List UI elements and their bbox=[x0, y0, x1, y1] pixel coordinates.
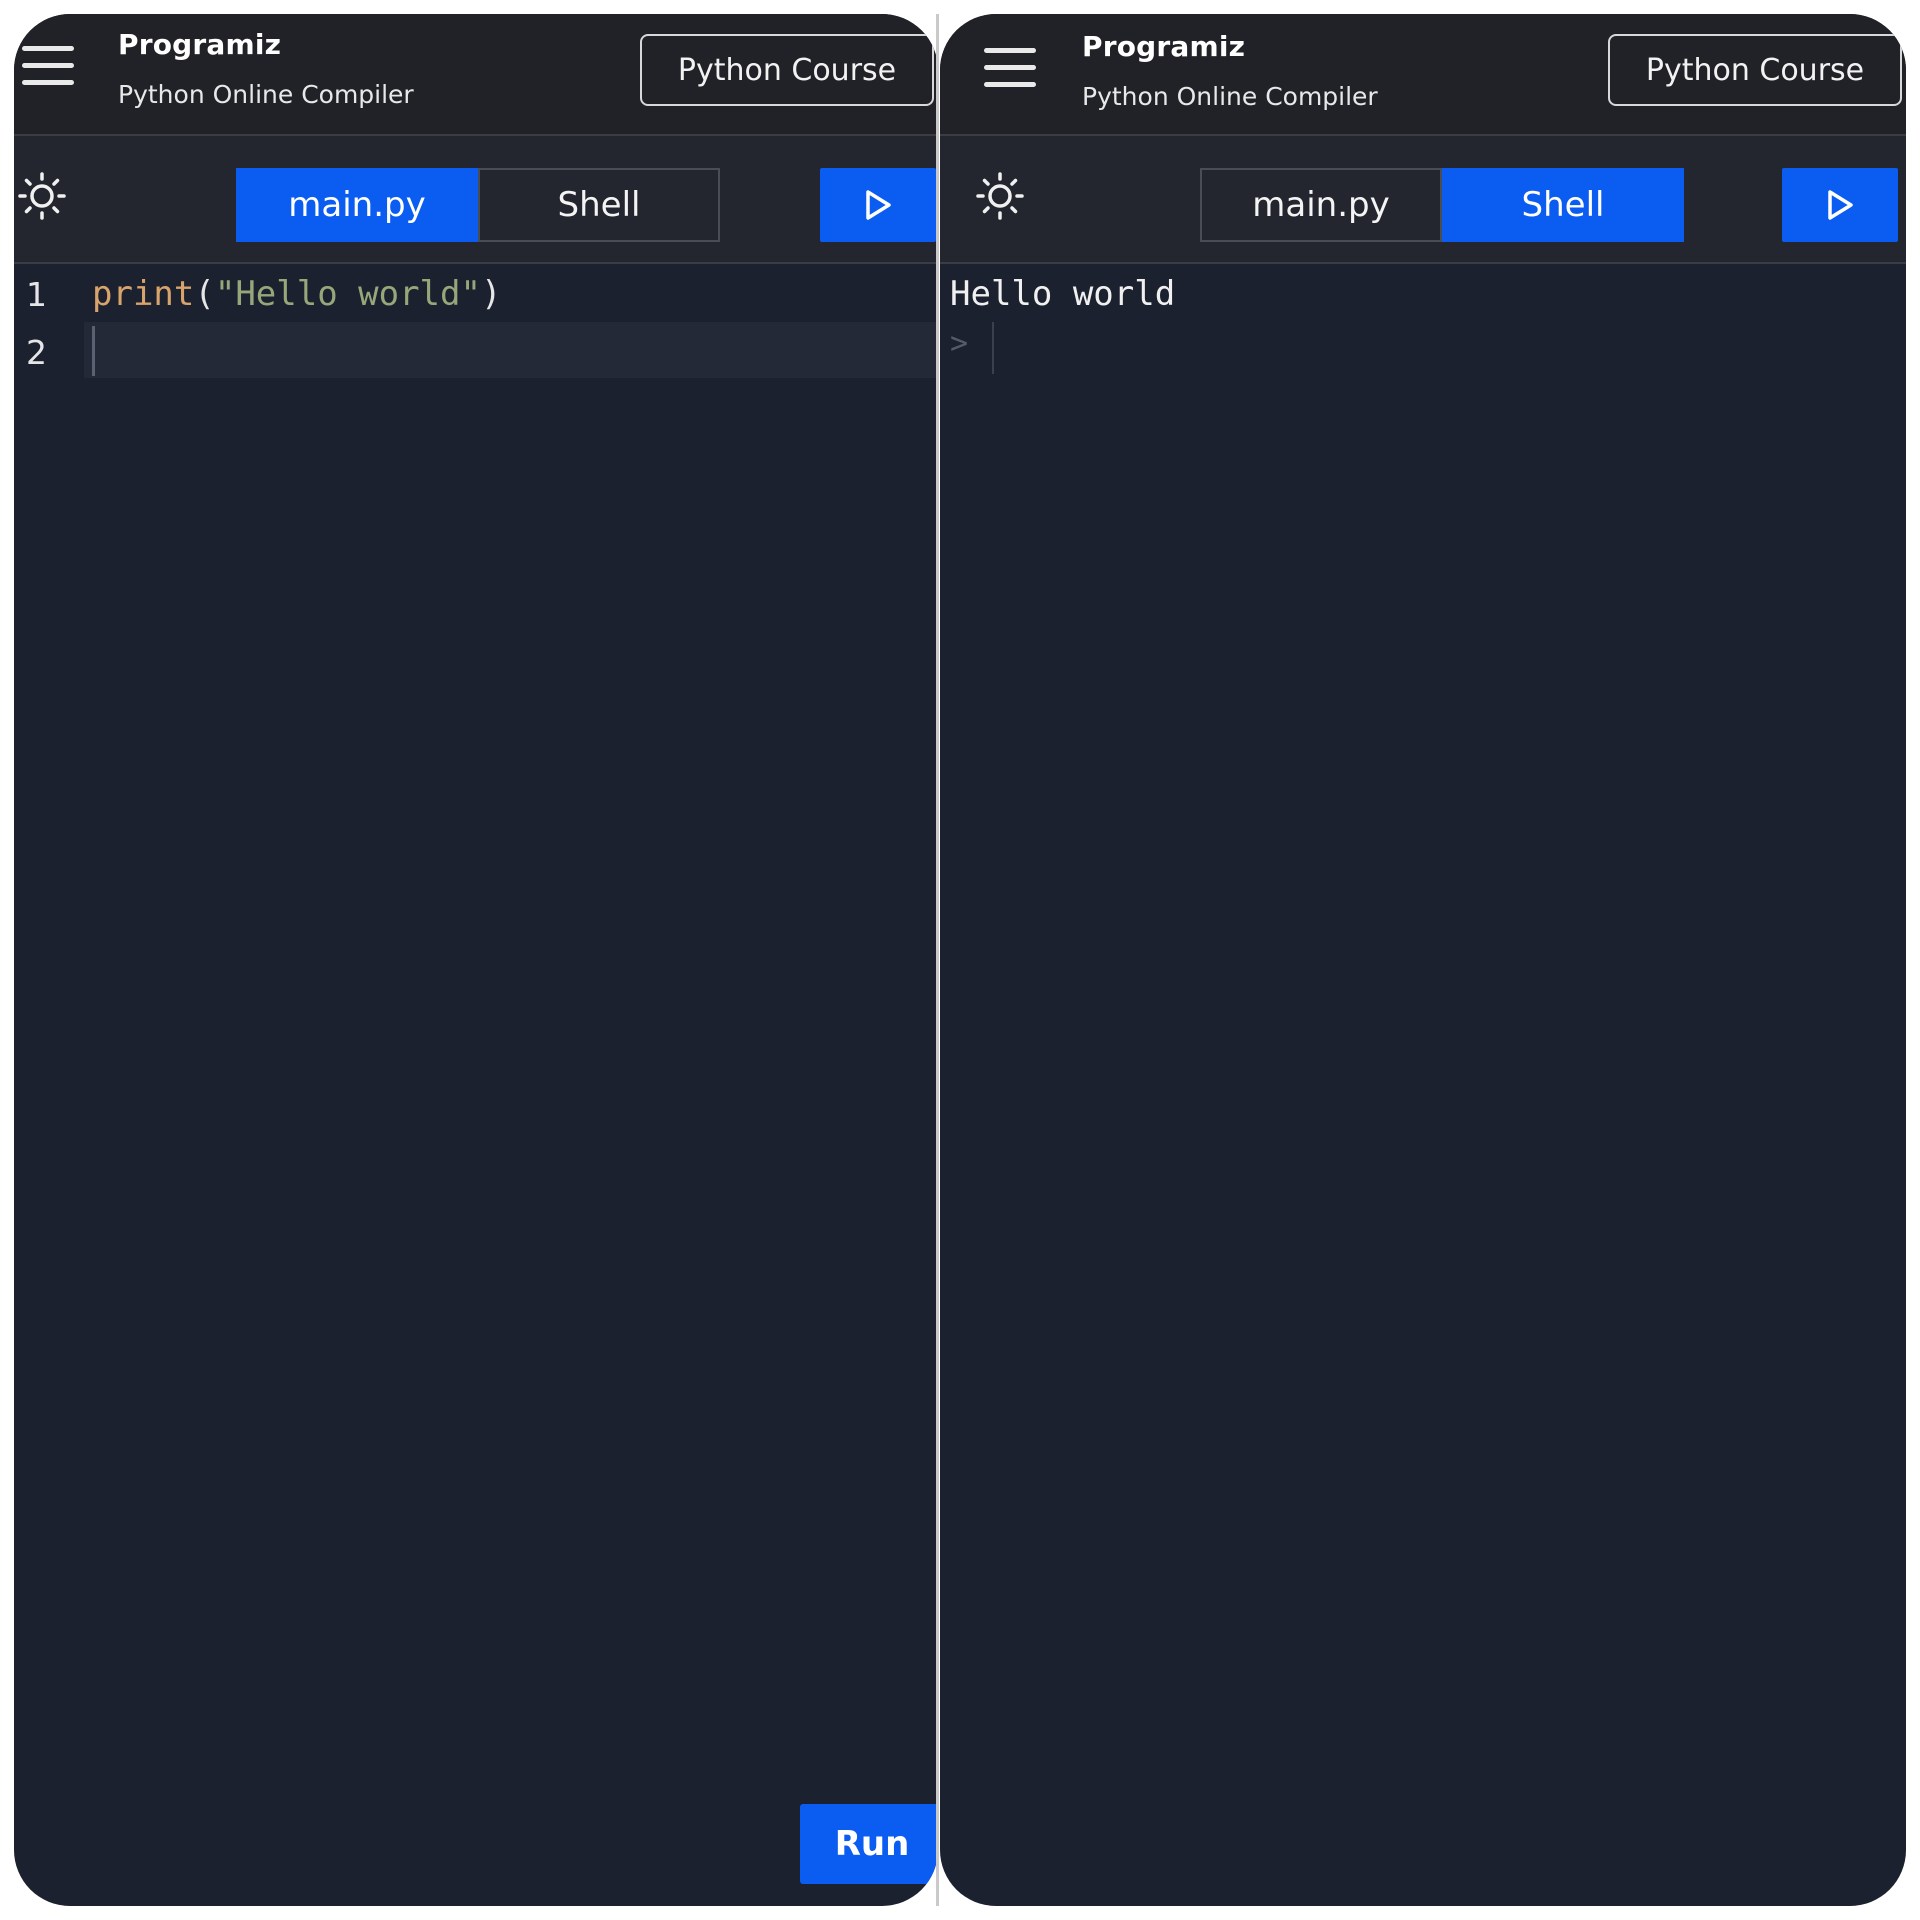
run-play-button[interactable] bbox=[1782, 168, 1898, 242]
code-paren-close: ) bbox=[480, 274, 502, 314]
tab-shell[interactable]: Shell bbox=[478, 168, 720, 242]
page-subtitle: Python Online Compiler bbox=[118, 80, 414, 109]
menu-icon[interactable] bbox=[984, 48, 1036, 92]
code-paren-open: ( bbox=[194, 274, 215, 314]
python-course-button[interactable]: Python Course bbox=[640, 34, 934, 106]
shell-output-text: Hello world bbox=[950, 274, 1176, 314]
app-header: Programiz Python Online Compiler Python … bbox=[940, 14, 1906, 136]
programiz-logo[interactable]: Programiz bbox=[1082, 30, 1245, 63]
run-button[interactable]: Run bbox=[800, 1804, 938, 1884]
code-function: print bbox=[92, 274, 195, 314]
app-header: Programiz Python Online Compiler Python … bbox=[14, 14, 938, 136]
menu-icon[interactable] bbox=[22, 46, 74, 90]
editor-toolbar: main.py Shell bbox=[14, 136, 938, 264]
tab-shell[interactable]: Shell bbox=[1442, 168, 1684, 242]
code-line-active bbox=[84, 322, 938, 378]
line-number: 2 bbox=[26, 332, 47, 372]
sun-icon[interactable] bbox=[976, 172, 1024, 220]
code-editor[interactable]: 1 print("Hello world") 2 bbox=[14, 264, 938, 1906]
play-icon bbox=[1828, 190, 1853, 220]
shell-output[interactable]: Hello world > bbox=[940, 264, 1906, 1906]
python-course-button[interactable]: Python Course bbox=[1608, 34, 1902, 106]
tab-main-py[interactable]: main.py bbox=[1200, 168, 1442, 242]
shell-cursor bbox=[992, 322, 994, 374]
play-icon bbox=[866, 190, 891, 220]
tab-main-py[interactable]: main.py bbox=[236, 168, 478, 242]
sun-icon[interactable] bbox=[18, 172, 66, 220]
editor-screen: Programiz Python Online Compiler Python … bbox=[14, 14, 938, 1906]
file-tabs: main.py Shell bbox=[236, 168, 720, 242]
shell-screen: Programiz Python Online Compiler Python … bbox=[940, 14, 1906, 1906]
code-line: 1 print("Hello world") bbox=[14, 266, 938, 322]
page-subtitle: Python Online Compiler bbox=[1082, 82, 1378, 111]
text-cursor bbox=[92, 326, 95, 376]
code-text: print("Hello world") bbox=[92, 274, 501, 314]
line-number: 1 bbox=[26, 274, 47, 314]
file-tabs: main.py Shell bbox=[1200, 168, 1684, 242]
run-play-button[interactable] bbox=[820, 168, 936, 242]
programiz-logo[interactable]: Programiz bbox=[118, 28, 281, 61]
code-string: "Hello world" bbox=[214, 274, 481, 314]
panel-divider bbox=[936, 14, 939, 1906]
shell-toolbar: main.py Shell bbox=[940, 136, 1906, 264]
shell-prompt: > bbox=[950, 326, 969, 361]
